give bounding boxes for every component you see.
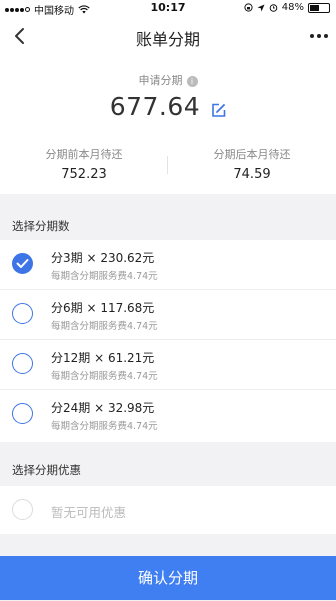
status-bar: 中国移动 10:17 48% <box>0 0 336 17</box>
page-title: 账单分期 <box>135 30 200 49</box>
location-icon <box>257 4 265 11</box>
edit-icon[interactable] <box>211 103 226 118</box>
option-title: 分3期 × 230.62元 <box>51 251 155 265</box>
installment-option[interactable]: 分3期 × 230.62元 每期含分期服务费4.74元 <box>0 240 336 290</box>
installment-options: 分3期 × 230.62元 每期含分期服务费4.74元 分6期 × 117.68… <box>0 240 336 442</box>
option-fee: 每期含分期服务费4.74元 <box>51 271 158 282</box>
rotation-lock-icon <box>244 3 253 12</box>
battery-icon <box>308 2 330 13</box>
before-installment: 分期前本月待还 752.23 <box>0 146 168 182</box>
option-fee: 每期含分期服务费4.74元 <box>51 421 158 432</box>
option-title: 分12期 × 61.21元 <box>51 351 155 365</box>
discount-section-label: 选择分期优惠 <box>12 463 81 477</box>
after-installment: 分期后本月待还 74.59 <box>168 146 336 182</box>
alarm-icon <box>269 4 278 12</box>
radio-button[interactable] <box>12 303 33 324</box>
radio-button[interactable] <box>12 253 33 274</box>
more-icon[interactable] <box>310 34 328 38</box>
radio-button-disabled <box>12 499 33 520</box>
confirm-installment-button[interactable]: 确认分期 <box>0 556 336 600</box>
installment-option[interactable]: 分6期 × 117.68元 每期含分期服务费4.74元 <box>0 290 336 340</box>
info-icon[interactable]: i <box>186 75 198 87</box>
status-right: 48% <box>244 2 330 13</box>
apply-amount: 677.64 <box>109 92 201 121</box>
option-fee: 每期含分期服务费4.74元 <box>51 321 158 332</box>
discount-option: 暂无可用优惠 <box>0 486 336 534</box>
before-value: 752.23 <box>61 167 107 182</box>
battery-percent: 48% <box>281 2 304 13</box>
before-label: 分期前本月待还 <box>45 148 123 161</box>
installment-option[interactable]: 分24期 × 32.98元 每期含分期服务费4.74元 <box>0 390 336 440</box>
after-label: 分期后本月待还 <box>213 148 291 161</box>
after-value: 74.59 <box>233 167 271 182</box>
installment-option[interactable]: 分12期 × 61.21元 每期含分期服务费4.74元 <box>0 340 336 390</box>
installment-section-label: 选择分期数 <box>12 219 70 233</box>
nav-bar: 账单分期 <box>0 16 336 58</box>
radio-button[interactable] <box>12 403 33 424</box>
apply-label: 申请分期 <box>138 74 183 87</box>
no-discount-text: 暂无可用优惠 <box>51 505 127 520</box>
option-title: 分6期 × 117.68元 <box>51 301 155 315</box>
checkmark-icon <box>16 259 29 268</box>
apply-label-row: 申请分期 i <box>0 72 336 88</box>
radio-button[interactable] <box>12 353 33 374</box>
amount-row: 677.64 <box>0 92 336 121</box>
option-title: 分24期 × 32.98元 <box>51 401 155 415</box>
option-fee: 每期含分期服务费4.74元 <box>51 371 158 382</box>
amount-summary: 申请分期 i 677.64 分期前本月待还 752.23 分期后本月待还 74.5… <box>0 58 336 194</box>
